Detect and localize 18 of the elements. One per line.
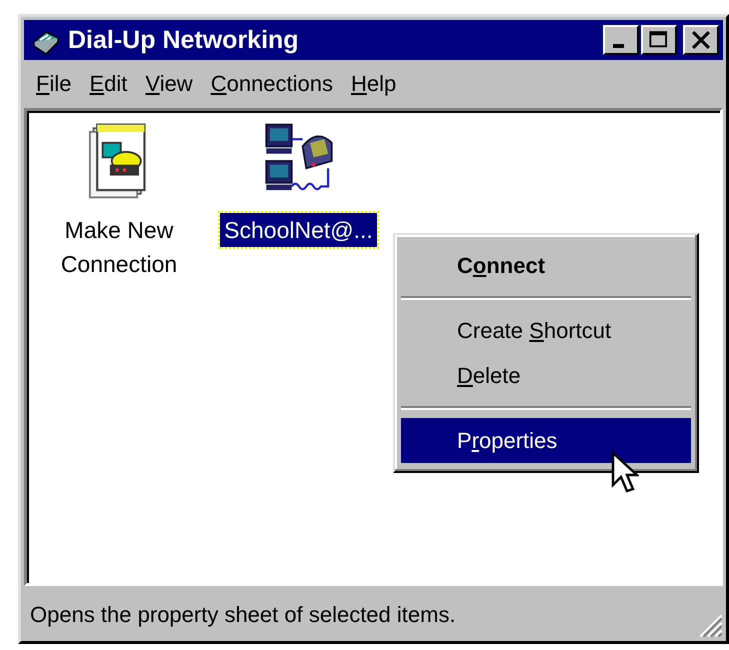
minimize-icon bbox=[612, 44, 624, 48]
menu-item[interactable]: Properties bbox=[401, 418, 691, 463]
menu-item[interactable]: Edit bbox=[83, 69, 134, 99]
menu-item[interactable]: Connect bbox=[401, 243, 691, 288]
window-title: Dial-Up Networking bbox=[68, 26, 300, 54]
menu-item[interactable]: File bbox=[30, 69, 78, 99]
status-text: Opens the property sheet of selected items. bbox=[30, 602, 456, 628]
menu-item[interactable]: View bbox=[139, 69, 199, 99]
icon-label[interactable]: SchoolNet@... bbox=[220, 213, 377, 247]
close-button[interactable] bbox=[683, 25, 719, 55]
menu-item[interactable]: Delete bbox=[401, 353, 691, 398]
icon-label[interactable]: Make New Connection bbox=[56, 213, 182, 281]
mouse-pointer-icon bbox=[611, 451, 639, 495]
menu-item[interactable]: Connections bbox=[204, 69, 340, 99]
menu-item[interactable]: Create Shortcut bbox=[401, 308, 691, 353]
minimize-button[interactable] bbox=[603, 25, 639, 55]
menu-item[interactable]: Help bbox=[345, 69, 402, 99]
maximize-button[interactable] bbox=[641, 25, 677, 55]
